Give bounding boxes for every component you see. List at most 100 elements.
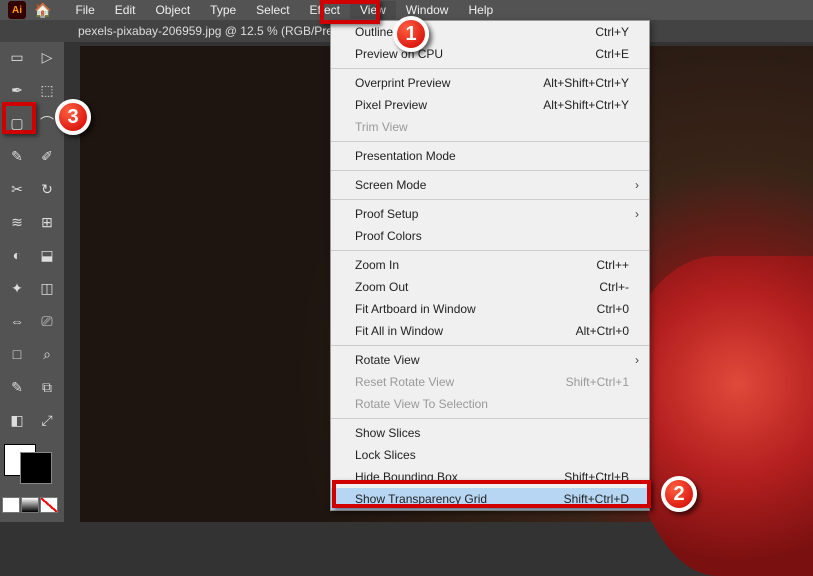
- tool-r0[interactable]: ▷: [34, 45, 60, 69]
- menu-help[interactable]: Help: [458, 1, 503, 19]
- menuitem-shortcut: Alt+Ctrl+0: [576, 324, 629, 338]
- menuitem-shortcut: Ctrl+-: [599, 280, 629, 294]
- callout-badge-1: 1: [393, 16, 429, 52]
- menuitem-trim-view: Trim View: [331, 116, 649, 138]
- menuitem-label: Lock Slices: [355, 448, 416, 462]
- fill-stroke-swatch[interactable]: [2, 440, 60, 488]
- apple-subject: [623, 256, 813, 576]
- menuitem-shortcut: Ctrl+E: [595, 47, 629, 61]
- menuitem-proof-colors[interactable]: Proof Colors: [331, 225, 649, 247]
- menuitem-label: Screen Mode: [355, 178, 426, 192]
- tool-r1[interactable]: ⬚: [34, 78, 60, 102]
- menuitem-fit-all-in-window[interactable]: Fit All in Window Alt+Ctrl+0: [331, 320, 649, 342]
- menu-separator: [331, 345, 649, 346]
- menuitem-pixel-preview[interactable]: Pixel Preview Alt+Shift+Ctrl+Y: [331, 94, 649, 116]
- menuitem-label: Presentation Mode: [355, 149, 456, 163]
- menuitem-outline[interactable]: Outline Ctrl+Y: [331, 21, 649, 43]
- callout-badge-2: 2: [661, 476, 697, 512]
- menu-edit[interactable]: Edit: [105, 1, 146, 19]
- menu-separator: [331, 68, 649, 69]
- menuitem-rotate-view-to-selection: Rotate View To Selection: [331, 393, 649, 415]
- callout-badge-3: 3: [55, 99, 91, 135]
- menu-effect[interactable]: Effect: [300, 1, 350, 19]
- menu-view[interactable]: View: [350, 1, 396, 19]
- tool-l3[interactable]: ✎: [4, 144, 30, 168]
- color-none[interactable]: [40, 497, 58, 513]
- tool-l10[interactable]: ✎: [4, 375, 30, 399]
- menuitem-label: Pixel Preview: [355, 98, 427, 112]
- menuitem-label: Show Transparency Grid: [355, 492, 487, 506]
- menu-file[interactable]: File: [65, 1, 104, 19]
- menuitem-label: Preview on CPU: [355, 47, 443, 61]
- menuitem-label: Fit Artboard in Window: [355, 302, 476, 316]
- menu-separator: [331, 141, 649, 142]
- menu-select[interactable]: Select: [246, 1, 299, 19]
- tool-r6[interactable]: ⬓: [34, 243, 60, 267]
- menuitem-show-transparency-grid[interactable]: Show Transparency GridShift+Ctrl+D: [331, 488, 649, 510]
- menuitem-zoom-out[interactable]: Zoom Out Ctrl+-: [331, 276, 649, 298]
- menuitem-screen-mode[interactable]: Screen Mode: [331, 174, 649, 196]
- menuitem-label: Hide Bounding Box: [355, 470, 458, 484]
- menuitem-label: Rotate View: [355, 353, 419, 367]
- menu-type[interactable]: Type: [200, 1, 246, 19]
- home-icon[interactable]: 🏠: [34, 2, 51, 19]
- menuitem-label: Rotate View To Selection: [355, 397, 488, 411]
- menuitem-shortcut: Ctrl+Y: [595, 25, 629, 39]
- menuitem-overprint-preview[interactable]: Overprint Preview Alt+Shift+Ctrl+Y: [331, 72, 649, 94]
- menuitem-rotate-view[interactable]: Rotate View: [331, 349, 649, 371]
- color-gradient[interactable]: [21, 497, 39, 513]
- menuitem-reset-rotate-view: Reset Rotate View Shift+Ctrl+1: [331, 371, 649, 393]
- document-tab[interactable]: pexels-pixabay-206959.jpg @ 12.5 % (RGB/…: [78, 24, 361, 38]
- menuitem-label: Zoom In: [355, 258, 399, 272]
- menuitem-show-slices[interactable]: Show Slices: [331, 422, 649, 444]
- menu-separator: [331, 170, 649, 171]
- tool-r4[interactable]: ↻: [34, 177, 60, 201]
- tool-l7[interactable]: ✦: [4, 276, 30, 300]
- view-menu: Outline Ctrl+Y Preview on CPU Ctrl+E Overpri…: [330, 20, 650, 511]
- app-icon: Ai: [8, 1, 26, 19]
- menuitem-label: Reset Rotate View: [355, 375, 454, 389]
- menuitem-shortcut: Alt+Shift+Ctrl+Y: [543, 98, 629, 112]
- menuitem-shortcut: Shift+Ctrl+1: [566, 375, 629, 389]
- menuitem-zoom-in[interactable]: Zoom In Ctrl++: [331, 254, 649, 276]
- menuitem-label: Trim View: [355, 120, 408, 134]
- menu-separator: [331, 418, 649, 419]
- tool-l4[interactable]: ✂: [4, 177, 30, 201]
- menuitem-shortcut: Ctrl++: [596, 258, 629, 272]
- menuitem-label: Zoom Out: [355, 280, 408, 294]
- color-solid[interactable]: [2, 497, 20, 513]
- tool-r11[interactable]: ⤢: [34, 408, 60, 432]
- tool-r10[interactable]: ⧉: [34, 375, 60, 399]
- menuitem-shortcut: Shift+Ctrl+B: [564, 470, 629, 484]
- menuitem-lock-slices[interactable]: Lock Slices: [331, 444, 649, 466]
- tool-l0[interactable]: ▭: [4, 45, 30, 69]
- tool-r5[interactable]: ⊞: [34, 210, 60, 234]
- tool-r3[interactable]: ✐: [34, 144, 60, 168]
- menuitem-presentation-mode[interactable]: Presentation Mode: [331, 145, 649, 167]
- tool-l8[interactable]: ⇔: [4, 309, 30, 333]
- tool-l1[interactable]: ✒: [4, 78, 30, 102]
- tool-r7[interactable]: ◫: [34, 276, 60, 300]
- menuitem-shortcut: Ctrl+0: [597, 302, 629, 316]
- menu-separator: [331, 250, 649, 251]
- tool-l11[interactable]: ◧: [4, 408, 30, 432]
- tool-l5[interactable]: ≋: [4, 210, 30, 234]
- tool-l2[interactable]: ▢: [4, 111, 30, 135]
- menuitem-label: Proof Setup: [355, 207, 418, 221]
- stroke-swatch[interactable]: [20, 452, 52, 484]
- menuitem-proof-setup[interactable]: Proof Setup: [331, 203, 649, 225]
- tool-l9[interactable]: □: [4, 342, 30, 366]
- menu-separator: [331, 199, 649, 200]
- menuitem-label: Fit All in Window: [355, 324, 443, 338]
- menuitem-shortcut: Alt+Shift+Ctrl+Y: [543, 76, 629, 90]
- tool-r8[interactable]: ⎚: [34, 309, 60, 333]
- tool-r9[interactable]: ⌕: [34, 342, 60, 366]
- menuitem-hide-bounding-box[interactable]: Hide Bounding Box Shift+Ctrl+B: [331, 466, 649, 488]
- menuitem-label: Overprint Preview: [355, 76, 450, 90]
- menu-object[interactable]: Object: [145, 1, 200, 19]
- menuitem-preview-on-cpu[interactable]: Preview on CPU Ctrl+E: [331, 43, 649, 65]
- menuitem-label: Outline: [355, 25, 393, 39]
- tool-l6[interactable]: ◐: [4, 243, 30, 267]
- menuitem-fit-artboard-in-window[interactable]: Fit Artboard in Window Ctrl+0: [331, 298, 649, 320]
- menuitem-label: Proof Colors: [355, 229, 422, 243]
